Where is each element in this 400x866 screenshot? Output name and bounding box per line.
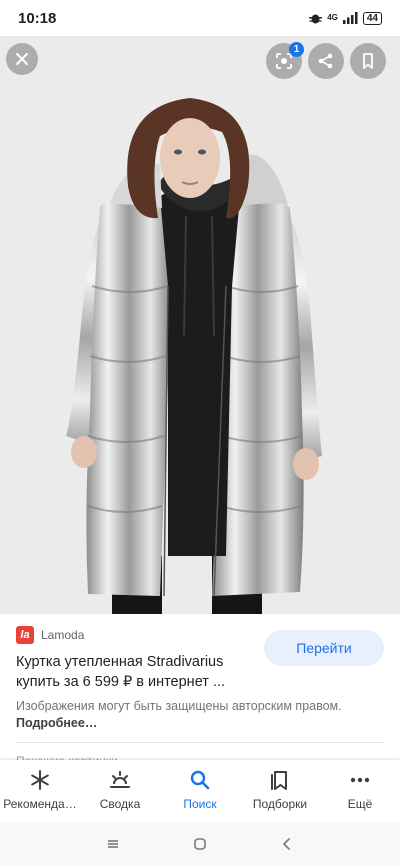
recent-apps-icon[interactable]	[105, 836, 121, 852]
sunrise-icon	[110, 771, 130, 788]
battery-indicator: 44	[362, 11, 382, 25]
search-icon	[190, 770, 210, 790]
nav-label-recommendations: Рекоменда…	[3, 797, 77, 811]
more-icon	[350, 777, 370, 783]
nav-item-summary[interactable]: Сводка	[80, 760, 160, 822]
status-icons: 4G 44	[309, 11, 382, 25]
nav-item-recommendations[interactable]: Рекоменда…	[0, 760, 80, 822]
nav-item-collections[interactable]: Подборки	[240, 760, 320, 822]
bottom-nav: Рекоменда… Сводка Поиск Подборки Ещё	[0, 760, 400, 822]
nav-label-collections: Подборки	[252, 797, 308, 811]
learn-more-link[interactable]: Подробнее…	[16, 716, 97, 730]
home-icon[interactable]	[192, 836, 208, 852]
notice-text: Изображения могут быть защищены авторски…	[16, 699, 342, 713]
close-button[interactable]	[6, 43, 38, 75]
product-photo	[0, 36, 400, 614]
visit-button[interactable]: Перейти	[264, 630, 384, 666]
share-button[interactable]	[308, 43, 344, 79]
copyright-notice: Изображения могут быть защищены авторски…	[16, 698, 356, 732]
asterisk-icon	[31, 770, 49, 790]
source-name: Lamoda	[41, 628, 85, 642]
close-icon	[16, 53, 28, 65]
source-logo: la	[16, 626, 34, 644]
result-info: la Lamoda Куртка утепленная Stradivarius…	[0, 614, 400, 760]
nav-label-search: Поиск	[183, 797, 217, 811]
result-title[interactable]: Куртка утепленная Stradivarius купить за…	[16, 652, 256, 692]
system-nav-bar	[0, 822, 400, 866]
nav-item-more[interactable]: Ещё	[320, 760, 400, 822]
signal-icon	[342, 12, 358, 24]
nav-item-search[interactable]: Поиск	[160, 760, 240, 822]
back-icon[interactable]	[279, 836, 295, 852]
network-type: 4G	[327, 13, 338, 22]
share-icon	[318, 53, 333, 69]
bookmark-icon	[363, 53, 373, 69]
image-viewer[interactable]: 1	[0, 36, 400, 614]
debug-icon	[309, 14, 323, 24]
nav-label-summary: Сводка	[99, 797, 141, 811]
lens-badge: 1	[289, 42, 304, 57]
nav-label-more: Ещё	[347, 797, 373, 811]
source-row[interactable]: la Lamoda	[16, 626, 84, 644]
status-bar: 10:18 4G 44	[0, 0, 400, 36]
status-time: 10:18	[18, 9, 57, 27]
collections-icon	[271, 771, 287, 790]
save-button[interactable]	[350, 43, 386, 79]
divider	[16, 742, 384, 743]
